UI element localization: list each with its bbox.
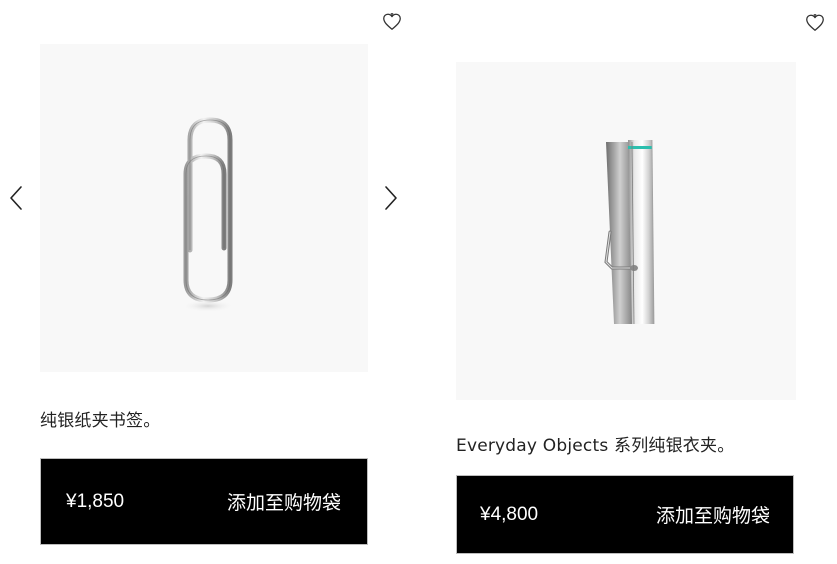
add-to-bag-button[interactable]: ¥4,800 添加至购物袋 xyxy=(456,475,794,554)
wishlist-heart-icon[interactable] xyxy=(380,9,404,33)
product-price: ¥4,800 xyxy=(480,503,539,525)
product-card: 纯银纸夹书签。 ¥1,850 添加至购物袋 xyxy=(0,0,401,564)
carousel-next-chevron-right-icon[interactable] xyxy=(381,181,401,215)
add-to-bag-button[interactable]: ¥1,850 添加至购物袋 xyxy=(40,458,368,545)
product-image-clothespin[interactable] xyxy=(456,62,796,400)
product-price: ¥1,850 xyxy=(66,490,125,512)
carousel-prev-chevron-left-icon[interactable] xyxy=(6,181,26,215)
product-title[interactable]: 纯银纸夹书签。 xyxy=(40,406,160,431)
add-to-bag-label: 添加至购物袋 xyxy=(226,492,341,514)
product-card: Everyday Objects 系列纯银衣夹。 ¥4,800 添加至购物袋 xyxy=(420,0,837,564)
add-to-bag-label: 添加至购物袋 xyxy=(655,505,770,527)
wishlist-heart-icon[interactable] xyxy=(803,10,827,34)
product-image-paperclip[interactable] xyxy=(40,44,368,372)
product-title[interactable]: Everyday Objects 系列纯银衣夹。 xyxy=(456,431,734,456)
